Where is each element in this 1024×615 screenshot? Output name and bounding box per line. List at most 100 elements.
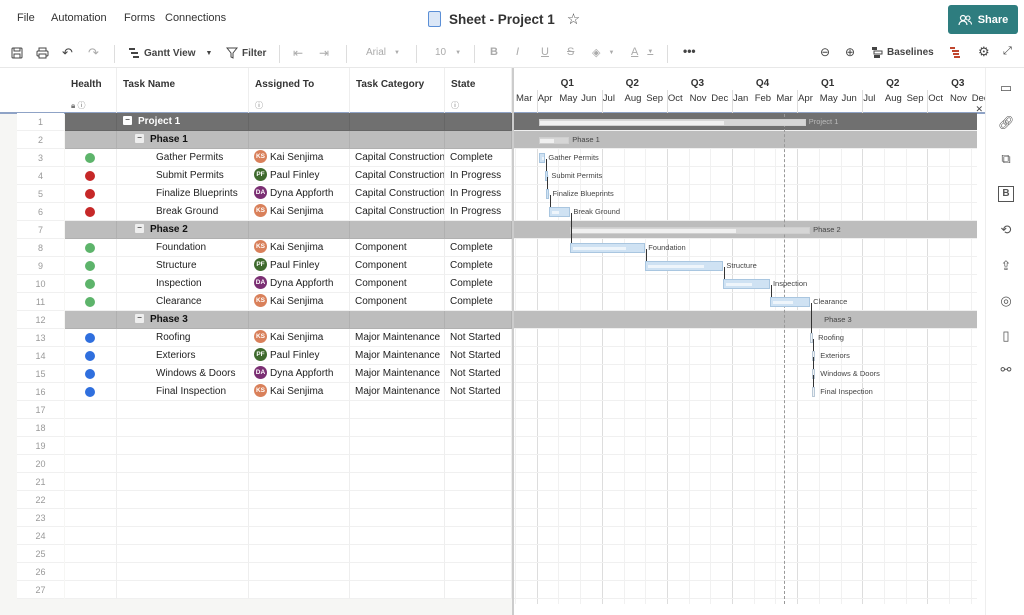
task-name-cell[interactable] [117, 419, 249, 437]
column-header-task-category[interactable]: Task Category [350, 68, 445, 114]
empty-row[interactable]: 26 [0, 563, 512, 581]
filter-button[interactable]: Filter [226, 47, 266, 59]
row-number[interactable]: 15 [17, 365, 64, 383]
empty-row[interactable]: 22 [0, 491, 512, 509]
task-category-cell[interactable] [350, 473, 445, 491]
task-name-cell[interactable]: Structure [117, 257, 249, 275]
task-category-cell[interactable] [350, 491, 445, 509]
redo-icon[interactable]: ↷ [88, 45, 99, 61]
task-name-cell[interactable]: Inspection [117, 275, 249, 293]
task-name-cell[interactable]: Final Inspection [117, 383, 249, 401]
table-row[interactable]: 6 Break Ground KS Kai Senjima Capital Constr… [0, 203, 512, 221]
state-cell[interactable] [445, 437, 512, 455]
row-number[interactable]: 20 [17, 455, 64, 473]
task-name-cell[interactable]: − Project 1 [117, 113, 249, 131]
state-cell[interactable]: In Progress [445, 203, 512, 221]
task-category-cell[interactable]: Major Maintenance [350, 383, 445, 401]
save-icon[interactable] [11, 47, 23, 59]
assigned-to-cell[interactable] [249, 113, 350, 131]
task-name-cell[interactable]: Submit Permits [117, 167, 249, 185]
assigned-to-cell[interactable] [249, 473, 350, 491]
assigned-to-cell[interactable]: KS Kai Senjima [249, 239, 350, 257]
state-cell[interactable]: Not Started [445, 365, 512, 383]
task-category-cell[interactable] [350, 563, 445, 581]
state-cell[interactable] [445, 563, 512, 581]
strikethrough-icon[interactable]: S [567, 46, 574, 58]
state-cell[interactable] [445, 419, 512, 437]
state-cell[interactable] [445, 491, 512, 509]
outdent-icon[interactable]: ⇤ [293, 46, 303, 60]
task-bar[interactable] [769, 297, 811, 307]
task-category-cell[interactable] [350, 509, 445, 527]
column-header-state[interactable]: State ⓘ [445, 68, 512, 114]
health-cell[interactable] [65, 113, 117, 131]
task-category-cell[interactable] [350, 221, 445, 239]
empty-row[interactable]: 23 [0, 509, 512, 527]
task-category-cell[interactable]: Component [350, 257, 445, 275]
table-row[interactable]: 15 Windows & Doors DA Dyna Appforth Major Ma… [0, 365, 512, 383]
state-cell[interactable]: Not Started [445, 347, 512, 365]
task-category-cell[interactable] [350, 545, 445, 563]
assigned-to-cell[interactable]: KS Kai Senjima [249, 383, 350, 401]
undo-icon[interactable]: ↶ [62, 45, 73, 61]
underline-icon[interactable]: U [541, 46, 549, 58]
assigned-to-cell[interactable] [249, 131, 350, 149]
zoom-in-icon[interactable]: ⊕ [845, 45, 855, 59]
row-number[interactable]: 27 [17, 581, 64, 599]
assigned-to-cell[interactable]: DA Dyna Appforth [249, 275, 350, 293]
row-number[interactable]: 4 [17, 167, 64, 185]
state-cell[interactable] [445, 113, 512, 131]
health-cell[interactable] [65, 491, 117, 509]
state-cell[interactable]: Not Started [445, 329, 512, 347]
assigned-to-cell[interactable]: PF Paul Finley [249, 257, 350, 275]
row-number[interactable]: 24 [17, 527, 64, 545]
assigned-to-cell[interactable] [249, 491, 350, 509]
menu-connections[interactable]: Connections [165, 12, 226, 24]
state-cell[interactable]: Complete [445, 293, 512, 311]
row-number[interactable]: 9 [17, 257, 64, 275]
task-category-cell[interactable]: Major Maintenance [350, 347, 445, 365]
task-name-cell[interactable] [117, 509, 249, 527]
italic-icon[interactable]: I [516, 46, 519, 58]
summary-icon[interactable]: ◎ [998, 293, 1014, 309]
row-number[interactable]: 5 [17, 185, 64, 203]
assigned-to-cell[interactable] [249, 563, 350, 581]
health-cell[interactable] [65, 437, 117, 455]
row-number[interactable]: 16 [17, 383, 64, 401]
summary-bar[interactable] [538, 119, 806, 126]
gantt-view-dropdown[interactable]: Gantt View ▼ [128, 47, 212, 59]
health-cell[interactable] [65, 581, 117, 599]
text-color-icon[interactable]: A ▼ [631, 46, 653, 58]
state-cell[interactable] [445, 527, 512, 545]
empty-row[interactable]: 19 [0, 437, 512, 455]
task-name-cell[interactable]: − Phase 2 [117, 221, 249, 239]
task-name-cell[interactable]: Finalize Blueprints [117, 185, 249, 203]
column-header-health[interactable]: Health 🔒︎ ⓘ [65, 68, 117, 114]
state-cell[interactable]: Not Started [445, 383, 512, 401]
share-button[interactable]: Share [948, 5, 1018, 34]
row-number[interactable]: 7 [17, 221, 64, 239]
task-name-cell[interactable]: Exteriors [117, 347, 249, 365]
task-category-cell[interactable]: Capital Construction [350, 149, 445, 167]
task-category-cell[interactable]: Component [350, 293, 445, 311]
task-name-cell[interactable]: Break Ground [117, 203, 249, 221]
assigned-to-cell[interactable]: KS Kai Senjima [249, 293, 350, 311]
health-cell[interactable] [65, 419, 117, 437]
state-cell[interactable]: Complete [445, 275, 512, 293]
health-cell[interactable] [65, 401, 117, 419]
health-cell[interactable] [65, 149, 117, 167]
task-name-cell[interactable]: Gather Permits [117, 149, 249, 167]
collapse-icon[interactable]: − [123, 115, 132, 125]
assigned-to-cell[interactable] [249, 401, 350, 419]
proj-row[interactable]: 1 − Project 1 [0, 113, 512, 131]
assigned-to-cell[interactable]: KS Kai Senjima [249, 149, 350, 167]
summary-bar[interactable] [570, 227, 811, 234]
forms-icon[interactable]: ▯ [998, 328, 1014, 344]
column-header-task-name[interactable]: Task Name [117, 68, 249, 114]
assigned-to-cell[interactable] [249, 509, 350, 527]
task-name-cell[interactable] [117, 491, 249, 509]
task-category-cell[interactable] [350, 311, 445, 329]
task-bar[interactable] [548, 207, 571, 217]
assigned-to-cell[interactable] [249, 221, 350, 239]
summary-bar[interactable] [538, 137, 570, 144]
